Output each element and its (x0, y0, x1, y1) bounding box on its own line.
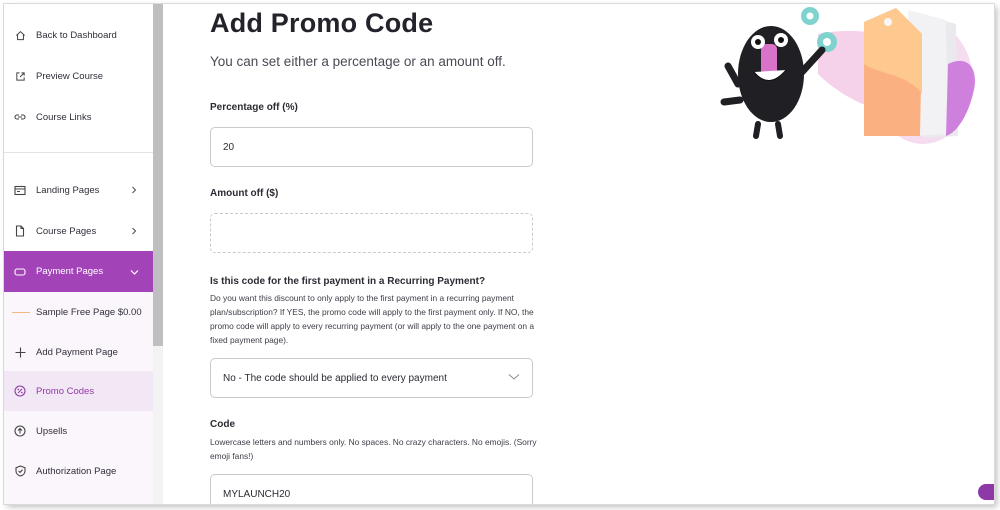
sidebar-item-add-payment-page[interactable]: Add Payment Page (4, 332, 153, 372)
arrow-up-circle-icon (14, 425, 26, 437)
sidebar-item-partial (4, 491, 153, 504)
sidebar-item-label: Payment Pages (36, 266, 104, 277)
sidebar-item-label: Authorization Page (36, 465, 117, 477)
sidebar-item-course-pages[interactable]: Course Pages (4, 211, 153, 251)
shield-check-icon (14, 465, 26, 477)
recurring-label: Is this code for the first payment in a … (210, 276, 486, 287)
chevron-right-icon (129, 226, 139, 236)
monster-icon (720, 26, 826, 139)
sidebar-item-authorization-page[interactable]: Authorization Page (4, 451, 153, 491)
sidebar-item-label: Upsells (36, 425, 68, 437)
code-help-text: Lowercase letters and numbers only. No s… (210, 437, 537, 461)
app-window: Back to Dashboard Preview Course Course … (4, 4, 994, 504)
payment-page-icon (14, 266, 26, 278)
percentage-label: Percentage off (%) (210, 102, 298, 113)
chevron-down-icon (508, 373, 520, 384)
main-content: Add Promo Code You can set either a perc… (163, 4, 994, 504)
sidebar-item-label: Promo Codes (36, 385, 95, 397)
recurring-help-text: Do you want this discount to only apply … (210, 293, 534, 345)
external-link-icon (14, 70, 26, 82)
file-icon (14, 225, 26, 237)
sidebar-item-payment-pages[interactable]: Payment Pages (4, 251, 153, 292)
sidebar-divider (4, 152, 153, 153)
sidebar: Back to Dashboard Preview Course Course … (4, 4, 153, 504)
dash-line-icon (12, 312, 30, 313)
page-subtitle: You can set either a percentage or an am… (210, 54, 506, 69)
percent-badge-icon (14, 385, 26, 397)
chevron-down-icon (129, 267, 139, 277)
link-icon (14, 111, 26, 123)
sidebar-item-label: Course Links (36, 111, 92, 123)
home-icon (14, 29, 26, 41)
amount-input[interactable] (210, 213, 533, 253)
plus-icon (14, 346, 26, 358)
recurring-select-value: No - The code should be applied to every… (223, 372, 447, 384)
sidebar-item-back-to-dashboard[interactable]: Back to Dashboard (4, 15, 153, 55)
sidebar-item-upsells[interactable]: Upsells (4, 411, 153, 451)
amount-label: Amount off ($) (210, 188, 279, 199)
sidebar-item-label: Landing Pages (36, 184, 100, 196)
sidebar-item-label: Preview Course (36, 70, 104, 82)
sidebar-item-landing-pages[interactable]: Landing Pages (4, 170, 153, 210)
chat-widget-button[interactable] (978, 484, 994, 500)
sidebar-item-sample-free-page[interactable]: Sample Free Page $0.00 (4, 292, 153, 332)
monster-price-tag-illustration (720, 7, 976, 144)
landing-page-icon (14, 184, 26, 196)
sidebar-scrollbar-thumb[interactable] (153, 4, 163, 346)
code-label: Code (210, 419, 235, 430)
sidebar-item-label: Back to Dashboard (36, 29, 117, 41)
sidebar-item-label: Add Payment Page (36, 346, 118, 358)
recurring-select[interactable]: No - The code should be applied to every… (210, 358, 533, 398)
percentage-input[interactable] (210, 127, 533, 167)
chevron-right-icon (129, 185, 139, 195)
sidebar-item-label: Course Pages (36, 225, 97, 237)
sidebar-item-preview-course[interactable]: Preview Course (4, 56, 153, 96)
page-title: Add Promo Code (210, 8, 434, 38)
gear-icon (801, 7, 837, 52)
sidebar-item-course-links[interactable]: Course Links (4, 97, 153, 137)
sidebar-item-label: Sample Free Page $0.00 (36, 306, 142, 318)
sidebar-item-promo-codes[interactable]: Promo Codes (4, 371, 153, 411)
code-input[interactable] (210, 474, 533, 504)
